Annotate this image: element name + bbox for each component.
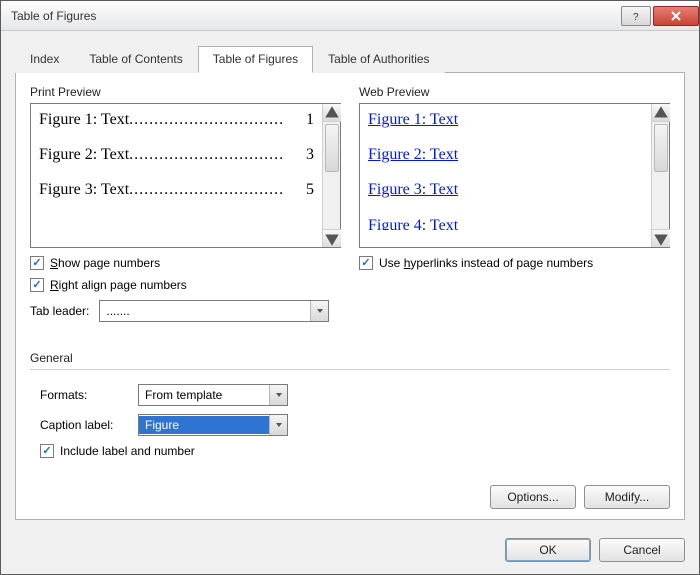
svg-text:?: ? [633, 12, 639, 22]
print-entry: Figure 3: Text .........................… [39, 180, 314, 199]
tab-leader-label: Tab leader: [30, 304, 89, 318]
web-preview-box: Figure 1: Text Figure 2: Text Figure 3: … [359, 103, 670, 248]
tab-index[interactable]: Index [15, 46, 74, 73]
window-controls: ? [619, 6, 699, 26]
print-preview-label: Print Preview [30, 85, 341, 99]
formats-value: From template [139, 388, 269, 402]
caption-label-value: Figure [139, 416, 269, 434]
tab-leader-value: ....... [100, 304, 310, 318]
use-hyperlinks-row: Use hyperlinks instead of page numbers [359, 256, 670, 270]
panel-buttons: Options... Modify... [30, 477, 670, 509]
show-page-numbers-label: Show page numbers [50, 256, 160, 270]
use-hyperlinks-checkbox[interactable] [359, 256, 373, 270]
scroll-up-icon[interactable] [323, 104, 341, 122]
web-preview-content: Figure 1: Text Figure 2: Text Figure 3: … [360, 104, 651, 247]
scroll-thumb[interactable] [325, 124, 339, 172]
dialog-content: Index Table of Contents Table of Figures… [1, 31, 699, 530]
right-align-row: Right align page numbers [30, 278, 341, 292]
include-label-checkbox[interactable] [40, 444, 54, 458]
tab-table-of-figures[interactable]: Table of Figures [198, 46, 313, 73]
tab-leader-row: Tab leader: ....... [30, 300, 341, 322]
formats-row: Formats: From template [40, 384, 670, 406]
tab-leader-combo[interactable]: ....... [99, 300, 329, 322]
dialog-footer: OK Cancel [1, 530, 699, 574]
tab-strip: Index Table of Contents Table of Figures… [15, 45, 685, 73]
caption-label-combo[interactable]: Figure [138, 414, 288, 436]
caption-label-row: Caption label: Figure [40, 414, 670, 436]
web-link: Figure 4: Text [368, 216, 643, 230]
tab-panel: Print Preview Figure 1: Text ...........… [15, 73, 685, 520]
print-entry: Figure 2: Text .........................… [39, 145, 314, 164]
show-page-numbers-checkbox[interactable] [30, 256, 44, 270]
scroll-thumb[interactable] [654, 124, 668, 172]
general-group: General Formats: From template Caption l… [30, 351, 670, 458]
titlebar: Table of Figures ? [1, 1, 699, 31]
web-link: Figure 1: Text [368, 110, 643, 129]
web-link: Figure 2: Text [368, 145, 643, 164]
right-align-checkbox[interactable] [30, 278, 44, 292]
chevron-down-icon[interactable] [310, 301, 328, 321]
web-link: Figure 3: Text [368, 180, 643, 199]
close-button[interactable] [653, 6, 699, 26]
include-label-row: Include label and number [40, 444, 670, 458]
help-button[interactable]: ? [621, 6, 651, 26]
web-preview-col: Web Preview Figure 1: Text Figure 2: Tex… [359, 85, 670, 345]
cancel-button[interactable]: Cancel [599, 538, 685, 562]
print-entry: Figure 1: Text .........................… [39, 110, 314, 129]
print-preview-scrollbar[interactable] [322, 104, 340, 247]
print-preview-content: Figure 1: Text .........................… [31, 104, 322, 247]
chevron-down-icon[interactable] [269, 415, 287, 435]
print-preview-box: Figure 1: Text .........................… [30, 103, 341, 248]
modify-button[interactable]: Modify... [584, 485, 670, 509]
web-preview-label: Web Preview [359, 85, 670, 99]
caption-label-label: Caption label: [40, 418, 130, 432]
right-align-label: Right align page numbers [50, 278, 187, 292]
options-button[interactable]: Options... [490, 485, 576, 509]
general-label: General [30, 351, 670, 365]
ok-button[interactable]: OK [505, 538, 591, 562]
previews-row: Print Preview Figure 1: Text ...........… [30, 85, 670, 345]
dialog-window: Table of Figures ? Index Table of Conten… [0, 0, 700, 575]
scroll-down-icon[interactable] [323, 229, 341, 247]
window-title: Table of Figures [11, 9, 619, 23]
scroll-up-icon[interactable] [652, 104, 670, 122]
print-preview-col: Print Preview Figure 1: Text ...........… [30, 85, 341, 345]
show-page-numbers-row: Show page numbers [30, 256, 341, 270]
scroll-down-icon[interactable] [652, 229, 670, 247]
formats-combo[interactable]: From template [138, 384, 288, 406]
divider [30, 369, 670, 370]
chevron-down-icon[interactable] [269, 385, 287, 405]
use-hyperlinks-label: Use hyperlinks instead of page numbers [379, 256, 593, 270]
tab-table-of-authorities[interactable]: Table of Authorities [313, 46, 444, 73]
formats-label: Formats: [40, 388, 130, 402]
tab-table-of-contents[interactable]: Table of Contents [74, 46, 197, 73]
include-label-label: Include label and number [60, 444, 195, 458]
web-preview-scrollbar[interactable] [651, 104, 669, 247]
